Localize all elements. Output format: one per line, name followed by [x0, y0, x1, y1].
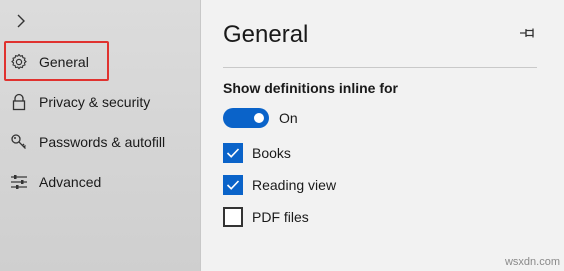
- expand-sidebar-button[interactable]: [10, 10, 32, 32]
- sidebar-item-general[interactable]: General: [0, 44, 200, 80]
- sidebar-item-label: Privacy & security: [39, 94, 151, 110]
- pdf-files-checkbox-row[interactable]: PDF files: [223, 206, 309, 228]
- pdf-files-checkbox[interactable]: [223, 207, 243, 227]
- edge-settings-window: General Privacy & security Passwords & a…: [0, 0, 564, 271]
- general-settings-panel: General Show definitions inline for On B…: [201, 0, 564, 271]
- pin-icon: [520, 28, 534, 38]
- toggle-knob: [254, 113, 264, 123]
- sidebar-item-passwords-autofill[interactable]: Passwords & autofill: [0, 124, 200, 160]
- sidebar-item-label: General: [39, 54, 89, 70]
- checkbox-label: Reading view: [252, 177, 337, 193]
- books-checkbox[interactable]: [223, 143, 243, 163]
- reading-view-checkbox-row[interactable]: Reading view: [223, 174, 336, 196]
- checkbox-label: PDF files: [252, 209, 309, 225]
- page-title: General: [223, 21, 309, 48]
- chevron-right-icon: [17, 14, 25, 28]
- sidebar-item-privacy-security[interactable]: Privacy & security: [0, 84, 200, 120]
- title-divider: [223, 67, 537, 68]
- toggle-state-label: On: [279, 110, 298, 126]
- checkbox-label: Books: [252, 145, 291, 161]
- gear-icon: [10, 53, 28, 71]
- sliders-icon: [10, 173, 28, 191]
- sidebar-item-advanced[interactable]: Advanced: [0, 164, 200, 200]
- watermark: wsxdn.com: [504, 256, 560, 268]
- section-heading: Show definitions inline for: [223, 80, 398, 96]
- pin-button[interactable]: [518, 24, 538, 42]
- checkmark-icon: [226, 148, 240, 158]
- settings-sidebar: General Privacy & security Passwords & a…: [0, 0, 201, 271]
- books-checkbox-row[interactable]: Books: [223, 142, 291, 164]
- key-icon: [10, 133, 28, 151]
- sidebar-item-label: Advanced: [39, 174, 102, 190]
- sidebar-item-label: Passwords & autofill: [39, 134, 166, 150]
- lock-icon: [10, 93, 28, 111]
- checkmark-icon: [226, 180, 240, 190]
- definitions-toggle[interactable]: [223, 108, 269, 128]
- reading-view-checkbox[interactable]: [223, 175, 243, 195]
